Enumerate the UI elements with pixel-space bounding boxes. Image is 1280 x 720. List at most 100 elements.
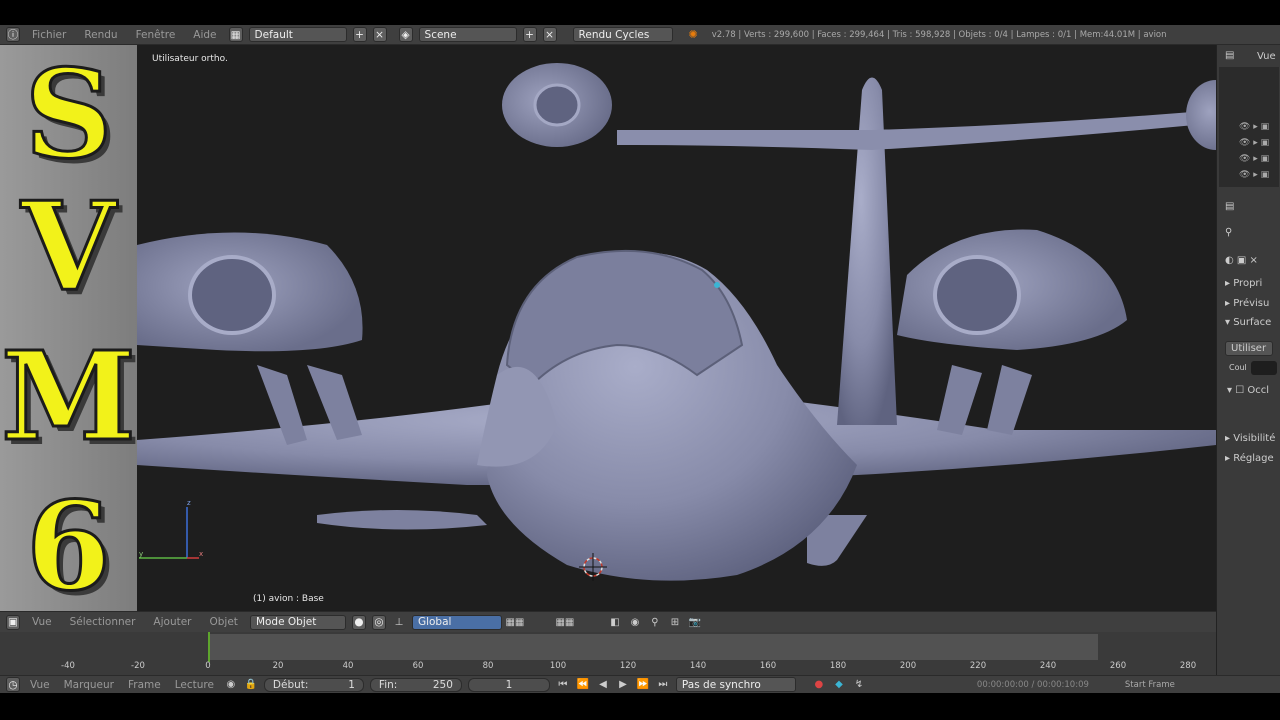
timeline-tick-label: 160 (759, 661, 777, 671)
jump-end-icon[interactable]: ⏭ (656, 678, 670, 692)
menu-vue[interactable]: Vue (32, 616, 52, 628)
panel-occlusion[interactable]: ▾ ☐ Occl (1227, 385, 1269, 396)
axis-z-label: z (187, 499, 191, 507)
layers2-icon[interactable]: ▦▦ (555, 615, 574, 629)
timeline-header: ◷ Vue Marqueur Frame Lecture ◉ 🔒 Début: 1… (0, 675, 1280, 693)
timeline-tick-label: 40 (342, 661, 354, 671)
engine-left (137, 232, 363, 445)
timeline-tick-label: 140 (689, 661, 707, 671)
properties-editor-icon[interactable]: ▤ (1225, 201, 1234, 212)
lamp-marker (714, 282, 720, 288)
info-header: ⓘ Fichier Rendu Fenêtre Aide ▦ Default +… (0, 25, 1280, 45)
sync-select[interactable]: Pas de synchro (675, 677, 796, 692)
color-swatch[interactable] (1251, 361, 1277, 375)
timeline-tick-label: 60 (412, 661, 424, 671)
menu-rendu[interactable]: Rendu (84, 29, 117, 41)
record-icon[interactable]: ● (812, 678, 826, 692)
timecode: 00:00:00:00 / 00:00:10:09 (976, 679, 1089, 690)
right-panel: ▤ Vue 👁 ▸ ▣ 👁 ▸ ▣ 👁 ▸ ▣ 👁 ▸ ▣ ▤ ⚲ ◐ ▣ × ▸ P… (1216, 45, 1280, 676)
3d-viewport[interactable]: Utilisateur ortho. z x y (1) avion: Bas… (137, 45, 1216, 611)
pin-icon[interactable]: ⚲ (1225, 227, 1232, 238)
viewport-header: ▣ Vue Sélectionner Ajouter Objet Mode Ob… (0, 611, 1216, 632)
use-nodes-button[interactable]: Utiliser (1225, 341, 1273, 356)
menu-fenetre[interactable]: Fenêtre (136, 29, 176, 41)
close-layout-icon[interactable]: × (372, 27, 387, 42)
scene-icon[interactable]: ◈ (398, 27, 413, 42)
graph-icon[interactable]: ↯ (852, 678, 866, 692)
layers-icon[interactable]: ▦▦ (505, 615, 524, 629)
menu-selectionner[interactable]: Sélectionner (70, 616, 136, 628)
tl-menu-frame[interactable]: Frame (128, 679, 161, 691)
menu-objet[interactable]: Objet (210, 616, 238, 628)
panel-visibilite[interactable]: ▸ Visibilité (1225, 433, 1275, 444)
jump-start-icon[interactable]: ⏮ (556, 678, 570, 692)
render-icon[interactable]: 📷 (688, 615, 702, 629)
snap-target-icon[interactable]: ⊞ (668, 615, 682, 629)
add-layout-icon[interactable]: + (352, 27, 367, 42)
engine-right (897, 229, 1127, 435)
banner-letter-m: M (0, 324, 138, 468)
lock-icon[interactable]: 🔒 (244, 678, 258, 692)
top-stabilizer (617, 110, 1216, 150)
play-icon[interactable]: ▶ (616, 678, 630, 692)
mode-select[interactable]: Mode Objet (249, 614, 346, 630)
orientation-select[interactable]: Global (411, 614, 502, 630)
menu-ajouter[interactable]: Ajouter (153, 616, 191, 628)
scene-select[interactable]: Scene (418, 27, 517, 42)
keyframe-type-icon[interactable]: ◉ (224, 678, 238, 692)
outliner-visibility-icons[interactable]: 👁 ▸ ▣ 👁 ▸ ▣ 👁 ▸ ▣ 👁 ▸ ▣ (1239, 119, 1269, 183)
timeline-tick-label: 220 (969, 661, 987, 671)
menu-fichier[interactable]: Fichier (32, 29, 66, 41)
panel-surface[interactable]: ▾ Surface (1225, 317, 1271, 328)
current-frame-field[interactable]: 1 (467, 677, 550, 692)
color-label: Coul (1229, 363, 1247, 372)
layout-select[interactable]: Default (248, 27, 347, 42)
timeline-tick-label: 100 (549, 661, 567, 671)
axis-y-label: y (139, 550, 144, 558)
next-keyframe-icon[interactable]: ⏩ (636, 678, 650, 692)
manipulator-icon[interactable]: ⊥ (392, 615, 406, 629)
timeline[interactable]: -40 -20 0 20 40 60 80 100 120 140 160 180 200 220 240 2… (0, 632, 1216, 675)
tl-menu-marqueur[interactable]: Marqueur (64, 679, 114, 691)
snap-icon[interactable]: ⚲ (648, 615, 662, 629)
layout-icon[interactable]: ▦ (228, 27, 243, 42)
shading-icon[interactable]: ● (351, 614, 366, 630)
pivot-icon[interactable]: ◎ (371, 614, 386, 630)
engine-top-right (1186, 80, 1216, 150)
menu-aide[interactable]: Aide (193, 29, 216, 41)
play-reverse-icon[interactable]: ◀ (596, 678, 610, 692)
panel-propri[interactable]: ▸ Propri (1225, 278, 1262, 289)
keying-set-icon[interactable]: ◆ (832, 678, 846, 692)
timeline-tick-label: 240 (1039, 661, 1057, 671)
timeline-tick-label: 200 (899, 661, 917, 671)
end-frame-field[interactable]: Fin: 250 (369, 677, 462, 692)
panel-previsu[interactable]: ▸ Prévisu (1225, 298, 1269, 309)
prev-keyframe-icon[interactable]: ⏪ (576, 678, 590, 692)
render-engine-select[interactable]: Rendu Cycles (572, 27, 673, 42)
tl-menu-lecture[interactable]: Lecture (175, 679, 214, 691)
add-scene-icon[interactable]: + (522, 27, 537, 42)
timeline-tick-label: -40 (61, 661, 75, 671)
panel-reglage[interactable]: ▸ Réglage (1225, 453, 1274, 464)
object-label: (1) avion : Base (253, 594, 324, 604)
viewport-editor-icon[interactable]: ▣ (6, 614, 20, 630)
tl-menu-vue[interactable]: Vue (30, 679, 50, 691)
lower-fin-left (317, 510, 487, 530)
timeline-tick-label: 180 (829, 661, 847, 671)
playhead[interactable] (208, 632, 210, 662)
timeline-editor-icon[interactable]: ◷ (6, 677, 20, 692)
timeline-tick-label: 120 (619, 661, 637, 671)
render-preview-icon[interactable]: ◧ (608, 615, 622, 629)
proportional-edit-icon[interactable]: ◉ (628, 615, 642, 629)
start-frame-field[interactable]: Début: 1 (263, 677, 364, 692)
banner-letter-v: V (20, 174, 118, 318)
outliner-list[interactable]: 👁 ▸ ▣ 👁 ▸ ▣ 👁 ▸ ▣ 👁 ▸ ▣ (1219, 67, 1279, 187)
timeline-tick-label: 80 (482, 661, 494, 671)
outliner-view-menu[interactable]: Vue (1257, 51, 1276, 62)
banner-letter-s: S (23, 42, 114, 186)
outliner-editor-icon[interactable]: ▤ (1225, 50, 1234, 61)
close-scene-icon[interactable]: × (542, 27, 557, 42)
timeline-tick-label: 20 (272, 661, 284, 671)
info-editor-icon[interactable]: ⓘ (6, 27, 20, 42)
material-slot-field[interactable]: ◐ ▣ × (1225, 255, 1258, 266)
